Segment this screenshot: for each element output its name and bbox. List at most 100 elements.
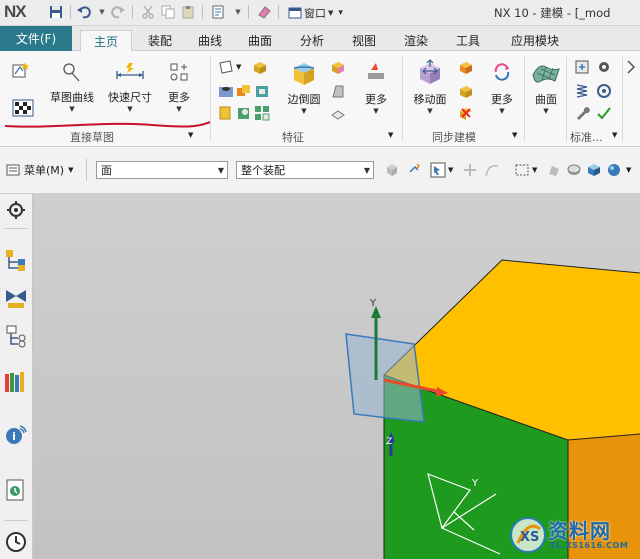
chevron-down-icon: ▼ xyxy=(373,107,379,115)
direct-sketch-more-button[interactable]: 更多 ▼ xyxy=(162,57,196,113)
svg-text:Y: Y xyxy=(471,478,479,489)
sketch-icon[interactable] xyxy=(12,61,29,78)
draft-icon[interactable] xyxy=(330,83,346,99)
model-scene: Y Z Y xyxy=(345,259,640,559)
chevron-down-icon[interactable]: ▼ xyxy=(626,166,631,174)
tab-home[interactable]: 主页 xyxy=(80,30,132,51)
cube-view-icon[interactable] xyxy=(586,162,602,178)
customize-quick-access-icon[interactable]: ▾ xyxy=(338,8,343,18)
select-tool-icon[interactable] xyxy=(430,162,446,178)
standard-group-label: 标准... xyxy=(570,131,603,144)
more-icon xyxy=(164,57,194,87)
part-navigator-icon[interactable] xyxy=(4,324,28,348)
chevron-down-icon: ▼ xyxy=(427,107,433,115)
rectangle-select-icon[interactable] xyxy=(514,162,530,178)
chevron-down-icon: ▼ xyxy=(217,166,224,175)
shell-icon[interactable] xyxy=(254,83,270,99)
undo-dropdown-icon[interactable]: ▼ xyxy=(94,4,110,20)
ribbon-overflow-icon[interactable] xyxy=(626,59,640,75)
pattern-icon[interactable] xyxy=(254,105,270,121)
gear-icon[interactable] xyxy=(596,59,612,75)
reuse-library-icon[interactable] xyxy=(4,370,28,394)
delete-face-icon[interactable] xyxy=(458,105,474,121)
feature-group-label: 特征 xyxy=(282,131,304,144)
add-selection-icon[interactable] xyxy=(462,162,478,178)
copy-icon[interactable] xyxy=(160,4,176,20)
curve-rule-icon[interactable] xyxy=(484,162,500,178)
snap-icon[interactable] xyxy=(408,162,424,178)
quick-dimension-icon xyxy=(115,57,145,87)
extrude-icon[interactable] xyxy=(252,59,268,75)
window-menu[interactable]: 窗口 ▼ ▾ xyxy=(288,4,343,21)
datum-plane xyxy=(345,333,425,423)
group-expand-icon[interactable]: ▼ xyxy=(612,131,617,139)
revolve-icon[interactable] xyxy=(218,105,234,121)
display-style-icon[interactable] xyxy=(606,162,622,178)
history-icon[interactable] xyxy=(4,478,28,502)
paste-icon[interactable] xyxy=(180,4,196,20)
thicken-icon[interactable] xyxy=(330,105,346,121)
watermark: XS 资料网 ZL.XS1616.COM xyxy=(508,513,638,557)
finish-sketch-icon[interactable] xyxy=(12,97,34,117)
file-tab[interactable]: 文件(F) xyxy=(0,26,72,51)
select-features-icon[interactable] xyxy=(384,162,400,178)
feature-more-button[interactable]: 更多 ▼ xyxy=(358,57,394,115)
clock-icon[interactable] xyxy=(4,530,28,554)
unite-icon[interactable] xyxy=(236,83,252,99)
bearing-icon[interactable] xyxy=(596,83,612,99)
window-icon xyxy=(288,7,302,18)
tab-surface[interactable]: 曲面 xyxy=(240,30,280,51)
edge-blend-button[interactable]: 边倒圆 ▼ xyxy=(282,57,326,115)
selection-scope-dropdown[interactable]: 整个装配 ▼ xyxy=(236,161,374,179)
sync-more-button[interactable]: 更多 ▼ xyxy=(484,57,520,115)
pull-face-icon[interactable] xyxy=(458,59,474,75)
constraint-navigator-icon[interactable] xyxy=(4,286,28,310)
save-icon[interactable] xyxy=(48,4,64,20)
wrench-icon[interactable] xyxy=(574,105,590,121)
sketch-curve-button[interactable]: 草图曲线 ▼ xyxy=(46,57,98,113)
group-expand-icon[interactable]: ▼ xyxy=(388,131,393,139)
subtract-icon[interactable] xyxy=(236,105,252,121)
tab-assembly[interactable]: 装配 xyxy=(140,30,180,51)
datum-plane-icon[interactable] xyxy=(218,59,234,75)
type-filter-dropdown[interactable]: 面 ▼ xyxy=(96,161,228,179)
assembly-navigator-icon[interactable] xyxy=(4,248,28,272)
shaded-view-icon[interactable] xyxy=(566,162,582,178)
spring-icon[interactable] xyxy=(574,83,590,99)
quick-dimension-button[interactable]: 快速尺寸 ▼ xyxy=(104,57,156,113)
surface-button[interactable]: 曲面 ▼ xyxy=(528,57,564,115)
eraser-icon[interactable] xyxy=(256,4,272,20)
group-expand-icon[interactable]: ▼ xyxy=(512,131,517,139)
touch-mode-dropdown-icon[interactable]: ▼ xyxy=(230,4,246,20)
touch-mode-icon[interactable] xyxy=(210,4,226,20)
web-browser-icon[interactable]: i xyxy=(4,422,28,446)
chevron-down-icon[interactable]: ▼ xyxy=(448,166,453,174)
tab-view[interactable]: 视图 xyxy=(344,30,384,51)
chevron-down-icon[interactable]: ▼ xyxy=(532,166,537,174)
chamfer-icon[interactable] xyxy=(330,59,346,75)
cut-icon[interactable] xyxy=(140,4,156,20)
tab-render[interactable]: 渲染 xyxy=(396,30,436,51)
menu-button[interactable]: 菜单(M) ▼ xyxy=(6,162,73,178)
sketch-curve-icon xyxy=(57,57,87,87)
direct-sketch-group-label: 直接草图 xyxy=(70,131,114,144)
sync-modeling-group-label: 同步建模 xyxy=(432,131,476,144)
group-expand-icon[interactable]: ▼ xyxy=(188,131,193,139)
tab-analysis[interactable]: 分析 xyxy=(292,30,332,51)
watermark-logo-mark: XS xyxy=(520,530,539,545)
ribbon: 草图曲线 ▼ 快速尺寸 ▼ 更多 ▼ 直接草图 ▼ ▼ 边倒圆 ▼ 更多 ▼ 特… xyxy=(0,51,640,147)
tab-tools[interactable]: 工具 xyxy=(448,30,488,51)
undo-icon[interactable] xyxy=(76,4,92,20)
gear-icon[interactable] xyxy=(4,198,28,222)
tab-applications[interactable]: 应用模块 xyxy=(500,30,570,51)
surface-icon xyxy=(531,57,561,87)
move-face-button[interactable]: 移动面 ▼ xyxy=(408,57,452,115)
redo-icon[interactable] xyxy=(110,4,126,20)
check-icon[interactable] xyxy=(596,105,612,121)
offset-region-icon[interactable] xyxy=(458,83,474,99)
hole-icon[interactable] xyxy=(218,83,234,99)
graphics-window[interactable]: Y Z Y xyxy=(34,194,640,559)
select-all-icon[interactable] xyxy=(546,162,562,178)
standard-part-icon[interactable] xyxy=(574,59,590,75)
tab-curve[interactable]: 曲线 xyxy=(190,30,230,51)
